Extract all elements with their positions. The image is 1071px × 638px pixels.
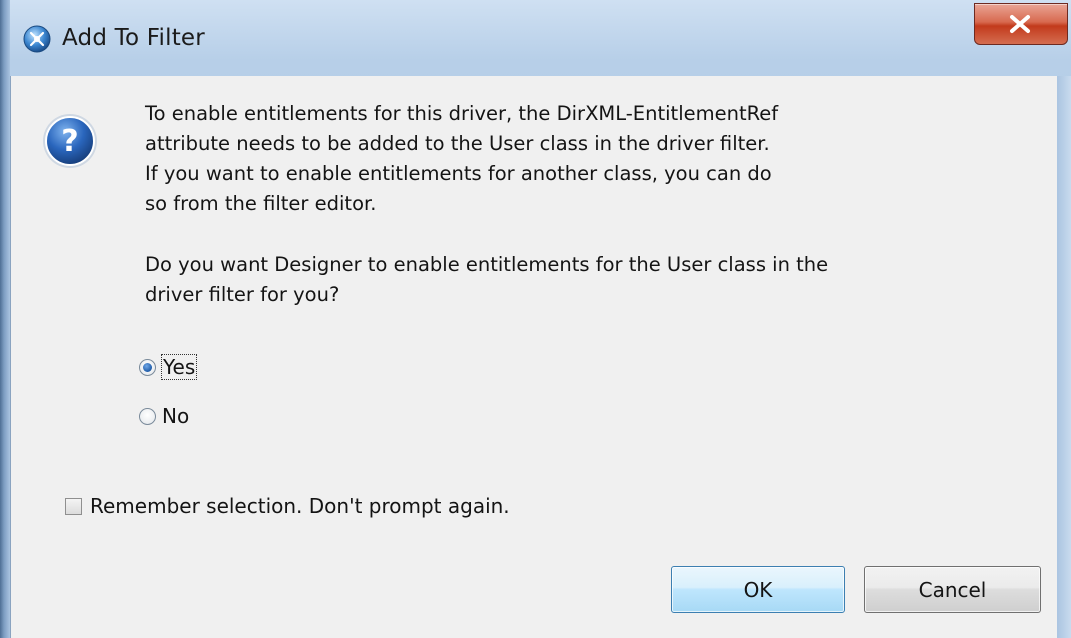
radio-no-indicator[interactable] [139,407,156,425]
remember-selection-checkbox[interactable]: Remember selection. Don't prompt again. [65,494,510,518]
window-right-border [1057,76,1071,638]
close-button[interactable] [974,3,1068,45]
radio-no-label[interactable]: No [162,404,189,428]
title-bar[interactable]: Add To Filter [10,0,1071,76]
remember-checkbox-box[interactable] [65,497,82,515]
message-text: To enable entitlements for this driver, … [145,99,905,310]
message-line-2: attribute needs to be added to the User … [145,132,770,155]
remember-checkbox-label[interactable]: Remember selection. Don't prompt again. [90,494,510,518]
radio-yes[interactable]: Yes [139,354,198,380]
radio-yes-indicator[interactable] [139,358,156,376]
window-title: Add To Filter [62,25,205,51]
question-line-1: Do you want Designer to enable entitleme… [145,253,829,276]
message-line-4: so from the filter editor. [145,192,377,215]
designer-app-icon [22,24,52,54]
radio-yes-label[interactable]: Yes [160,354,198,380]
window-left-border [0,0,10,638]
question-icon: ? [41,112,99,170]
dialog-body: ? To enable entitlements for this driver… [10,76,1058,638]
question-line-2: driver filter for you? [145,283,340,306]
ok-button[interactable]: OK [671,566,845,613]
radio-no[interactable]: No [139,404,189,428]
cancel-button[interactable]: Cancel [864,566,1041,613]
close-icon [1010,15,1030,33]
message-line-1: To enable entitlements for this driver, … [145,102,779,125]
svg-text:?: ? [61,124,78,159]
dialog-window: Add To Filter ? To enable entitlements f… [0,0,1071,638]
message-line-3: If you want to enable entitlements for a… [145,162,772,185]
